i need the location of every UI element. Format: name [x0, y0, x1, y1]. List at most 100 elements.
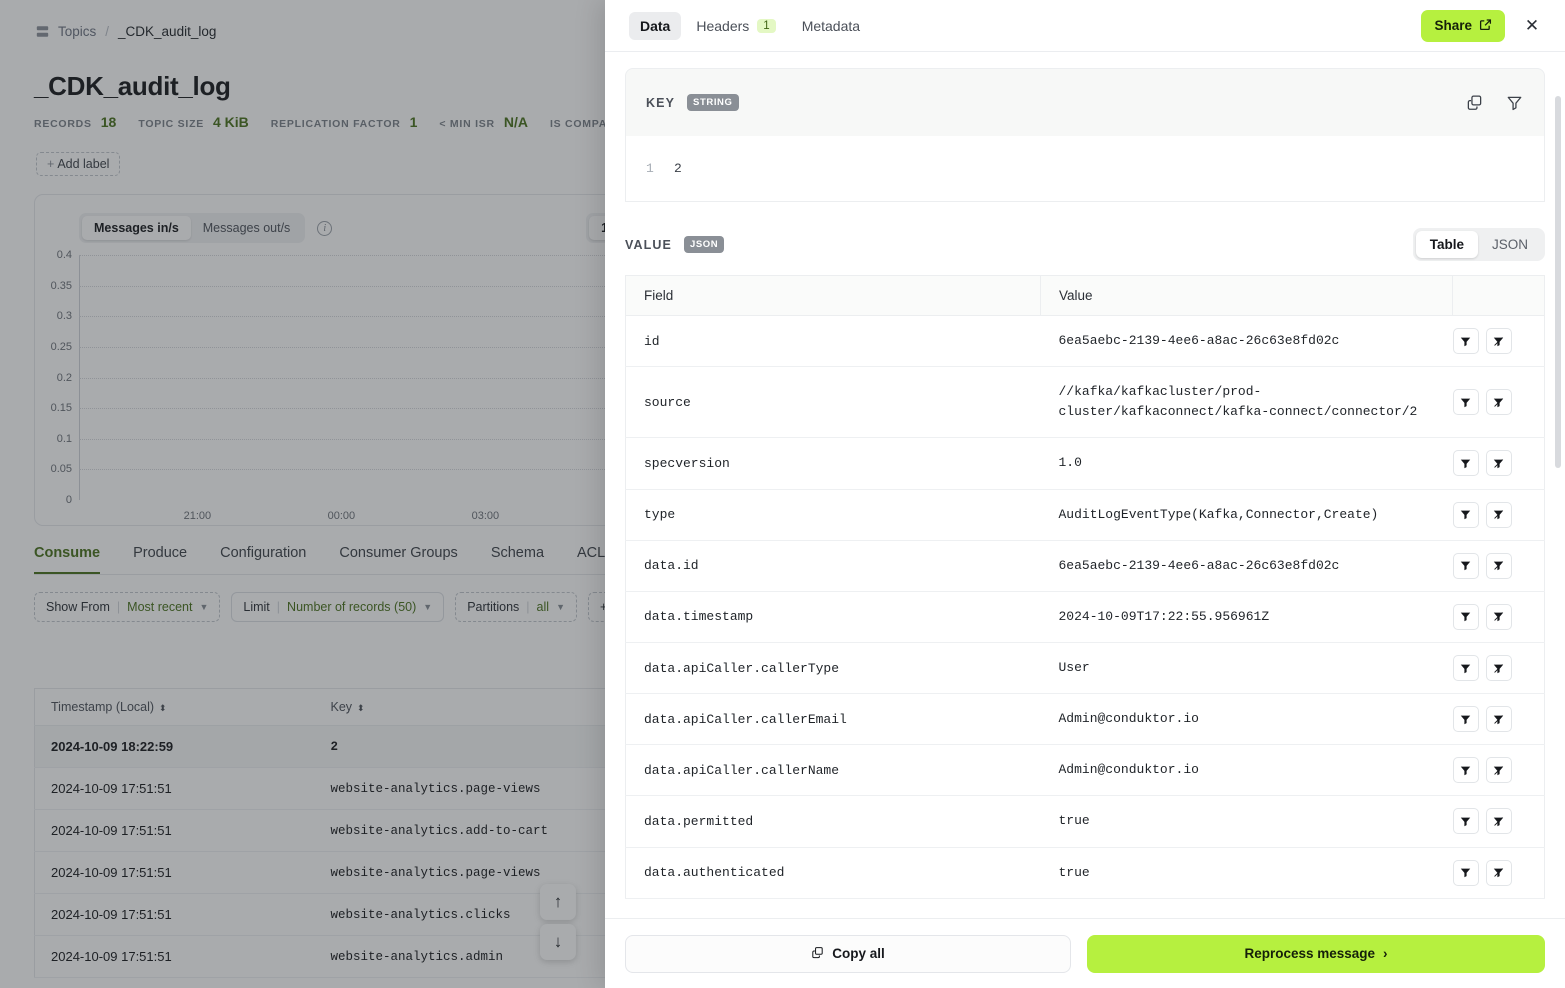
share-label: Share [1434, 18, 1472, 33]
copy-icon [811, 946, 824, 962]
cell-actions [1452, 591, 1545, 643]
table-row: data.apiCaller.callerName Admin@condukto… [625, 744, 1545, 797]
modal-backdrop[interactable] [0, 0, 605, 988]
chevron-right-icon: › [1383, 946, 1388, 961]
value-view-toggle: Table JSON [1412, 228, 1545, 261]
cell-field: data.id [625, 540, 1041, 592]
filter-out-icon[interactable] [1485, 603, 1512, 630]
copy-all-label: Copy all [832, 946, 885, 961]
view-mode-table[interactable]: Table [1415, 231, 1478, 258]
cell-field: data.permitted [625, 795, 1041, 848]
key-header: KEY STRING [625, 68, 1545, 136]
close-icon[interactable]: ✕ [1519, 13, 1545, 39]
table-row: data.permitted true [625, 795, 1545, 848]
cell-field: id [625, 315, 1041, 368]
cell-actions [1452, 540, 1545, 592]
value-label: VALUE [625, 237, 672, 252]
cell-value: 6ea5aebc-2139-4ee6-a8ac-26c63e8fd02c [1040, 315, 1453, 368]
external-link-icon [1479, 18, 1492, 34]
filter-in-icon[interactable] [1452, 501, 1479, 528]
cell-value: User [1040, 642, 1453, 695]
filter-in-icon[interactable] [1452, 808, 1479, 835]
tab-data[interactable]: Data [629, 11, 682, 40]
tab-headers[interactable]: Headers 1 [685, 12, 786, 40]
table-row: source //kafka/kafkacluster/prod-cluster… [625, 366, 1545, 439]
cell-field: specversion [625, 437, 1041, 490]
cell-value: Admin@conduktor.io [1040, 693, 1453, 746]
key-type-badge: STRING [687, 94, 739, 111]
filter-in-icon[interactable] [1452, 328, 1479, 355]
key-label: KEY [646, 95, 676, 110]
cell-value: Admin@conduktor.io [1040, 744, 1453, 797]
cell-field: data.apiCaller.callerName [625, 744, 1041, 797]
key-value: 2 [674, 161, 682, 176]
panel-header: Data Headers 1 Metadata Share ✕ [605, 0, 1565, 52]
tab-data-label: Data [640, 17, 671, 34]
table-row: specversion 1.0 [625, 437, 1545, 490]
panel-scrollbar[interactable] [1555, 96, 1561, 468]
filter-in-icon[interactable] [1452, 552, 1479, 579]
reprocess-message-button[interactable]: Reprocess message › [1087, 934, 1545, 973]
line-number: 1 [646, 161, 654, 176]
column-header-field: Field [625, 275, 1041, 316]
table-row: id 6ea5aebc-2139-4ee6-a8ac-26c63e8fd02c [625, 315, 1545, 368]
cell-actions [1452, 489, 1545, 541]
headers-count-badge: 1 [757, 18, 776, 33]
table-row: data.apiCaller.callerEmail Admin@condukt… [625, 693, 1545, 746]
value-table-head: Field Value [625, 275, 1545, 316]
filter-in-icon[interactable] [1452, 389, 1479, 416]
filter-out-icon[interactable] [1485, 757, 1512, 784]
filter-in-icon[interactable] [1452, 859, 1479, 886]
cell-value: true [1040, 847, 1453, 899]
column-header-value: Value [1040, 275, 1453, 316]
cell-field: data.apiCaller.callerEmail [625, 693, 1041, 746]
cell-field: type [625, 489, 1041, 541]
cell-actions [1452, 315, 1545, 368]
table-row: data.apiCaller.callerType User [625, 642, 1545, 695]
filter-icon[interactable] [1504, 93, 1524, 113]
cell-field: data.timestamp [625, 591, 1041, 643]
message-detail-panel: Data Headers 1 Metadata Share ✕ KEY STRI… [605, 0, 1565, 988]
view-mode-json[interactable]: JSON [1478, 231, 1542, 258]
cell-actions [1452, 744, 1545, 797]
tab-metadata[interactable]: Metadata [791, 12, 871, 40]
filter-out-icon[interactable] [1485, 859, 1512, 886]
filter-in-icon[interactable] [1452, 757, 1479, 784]
column-header-actions [1452, 275, 1545, 316]
panel-body: KEY STRING 1 2 VALUE JSON Table JSON Fie… [605, 52, 1565, 918]
value-table-body: id 6ea5aebc-2139-4ee6-a8ac-26c63e8fd02c [625, 315, 1545, 899]
value-table-wrap: Field Value id 6ea5aebc-2139-4ee6-a8ac-2… [605, 275, 1565, 899]
filter-in-icon[interactable] [1452, 450, 1479, 477]
share-button[interactable]: Share [1421, 9, 1505, 42]
key-content-viewer[interactable]: 1 2 [625, 136, 1545, 202]
filter-out-icon[interactable] [1485, 552, 1512, 579]
filter-out-icon[interactable] [1485, 389, 1512, 416]
filter-out-icon[interactable] [1485, 808, 1512, 835]
key-header-actions [1464, 93, 1524, 113]
cell-actions [1452, 795, 1545, 848]
filter-out-icon[interactable] [1485, 706, 1512, 733]
value-header: VALUE JSON Table JSON [605, 202, 1565, 275]
cell-field: data.authenticated [625, 847, 1041, 899]
filter-in-icon[interactable] [1452, 603, 1479, 630]
cell-value: 2024-10-09T17:22:55.956961Z [1040, 591, 1453, 643]
filter-in-icon[interactable] [1452, 655, 1479, 682]
filter-out-icon[interactable] [1485, 501, 1512, 528]
filter-in-icon[interactable] [1452, 706, 1479, 733]
panel-footer: Copy all Reprocess message › [605, 918, 1565, 988]
table-row: data.id 6ea5aebc-2139-4ee6-a8ac-26c63e8f… [625, 540, 1545, 592]
copy-icon[interactable] [1464, 93, 1484, 113]
filter-out-icon[interactable] [1485, 450, 1512, 477]
value-table: Field Value id 6ea5aebc-2139-4ee6-a8ac-2… [625, 275, 1545, 899]
cell-field: data.apiCaller.callerType [625, 642, 1041, 695]
key-section: KEY STRING 1 2 [605, 52, 1565, 202]
cell-value: 1.0 [1040, 437, 1453, 490]
filter-out-icon[interactable] [1485, 655, 1512, 682]
tab-metadata-label: Metadata [801, 17, 861, 34]
cell-value: AuditLogEventType(Kafka,Connector,Create… [1040, 489, 1453, 541]
copy-all-button[interactable]: Copy all [625, 934, 1071, 973]
value-header-row: Field Value [625, 275, 1545, 316]
filter-out-icon[interactable] [1485, 328, 1512, 355]
cell-value: 6ea5aebc-2139-4ee6-a8ac-26c63e8fd02c [1040, 540, 1453, 592]
cell-value: true [1040, 795, 1453, 848]
